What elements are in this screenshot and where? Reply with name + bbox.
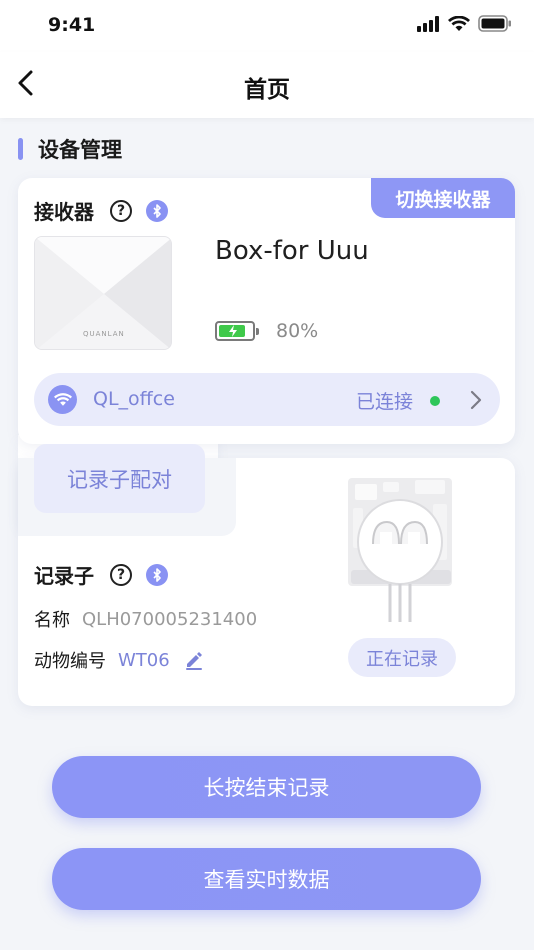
recorder-name-row: 名称 QLH070005231400 bbox=[34, 606, 257, 632]
wifi-name: QL_offce bbox=[93, 388, 175, 410]
receiver-device-name: Box-for Uuu bbox=[215, 236, 369, 266]
status-time: 9:41 bbox=[48, 14, 96, 36]
animal-id-value: WT06 bbox=[118, 649, 170, 671]
battery-percent: 80% bbox=[276, 320, 319, 342]
pair-recorder-button[interactable]: 记录子配对 bbox=[34, 444, 205, 513]
bluetooth-icon bbox=[146, 199, 168, 222]
connected-dot bbox=[430, 396, 440, 406]
stop-recording-button[interactable]: 长按结束记录 bbox=[52, 756, 481, 818]
wifi-status-icon bbox=[448, 15, 470, 31]
receiver-device-image: QUANLAN bbox=[34, 236, 172, 350]
device-brand: QUANLAN bbox=[83, 330, 125, 338]
nav-bar: 首页 bbox=[0, 52, 534, 118]
section-accent-bar bbox=[18, 138, 23, 160]
name-key: 名称 bbox=[34, 610, 70, 631]
wifi-icon bbox=[48, 385, 77, 414]
question-circle-icon[interactable]: ? bbox=[110, 563, 132, 586]
battery-row: 80% bbox=[215, 320, 318, 342]
animal-id-key: 动物编号 bbox=[34, 651, 106, 672]
pencil-icon[interactable] bbox=[184, 650, 204, 670]
animal-id-row: 动物编号 WT06 bbox=[34, 647, 204, 673]
recorder-device-image bbox=[348, 478, 452, 622]
switch-receiver-button[interactable]: 切换接收器 bbox=[371, 178, 515, 218]
battery-fill bbox=[219, 325, 245, 337]
receiver-card: 切换接收器 接收器 ? QUANLAN Box-for Uuu 80% QL_o… bbox=[18, 178, 515, 444]
status-bar: 9:41 bbox=[0, 0, 534, 52]
bluetooth-icon bbox=[146, 563, 168, 586]
wifi-connection-row[interactable]: QL_offce 已连接 bbox=[34, 373, 500, 426]
section-header: 设备管理 bbox=[18, 134, 122, 164]
wifi-status: 已连接 bbox=[356, 391, 414, 413]
recorder-label-row: 记录子 ? bbox=[34, 560, 168, 589]
battery-icon bbox=[215, 321, 259, 341]
recording-status-badge: 正在记录 bbox=[348, 638, 456, 677]
question-circle-icon[interactable]: ? bbox=[110, 199, 132, 222]
signal-icon bbox=[417, 15, 439, 32]
receiver-label: 接收器 bbox=[34, 200, 94, 224]
page-title: 首页 bbox=[244, 77, 290, 103]
receiver-label-row: 接收器 ? bbox=[34, 196, 168, 225]
chevron-right-icon bbox=[470, 390, 482, 410]
view-realtime-data-button[interactable]: 查看实时数据 bbox=[52, 848, 481, 910]
recorder-label: 记录子 bbox=[34, 564, 94, 588]
status-icons bbox=[416, 15, 512, 32]
name-value: QLH070005231400 bbox=[82, 608, 258, 630]
battery-status-icon bbox=[478, 15, 511, 32]
section-title: 设备管理 bbox=[38, 138, 122, 162]
